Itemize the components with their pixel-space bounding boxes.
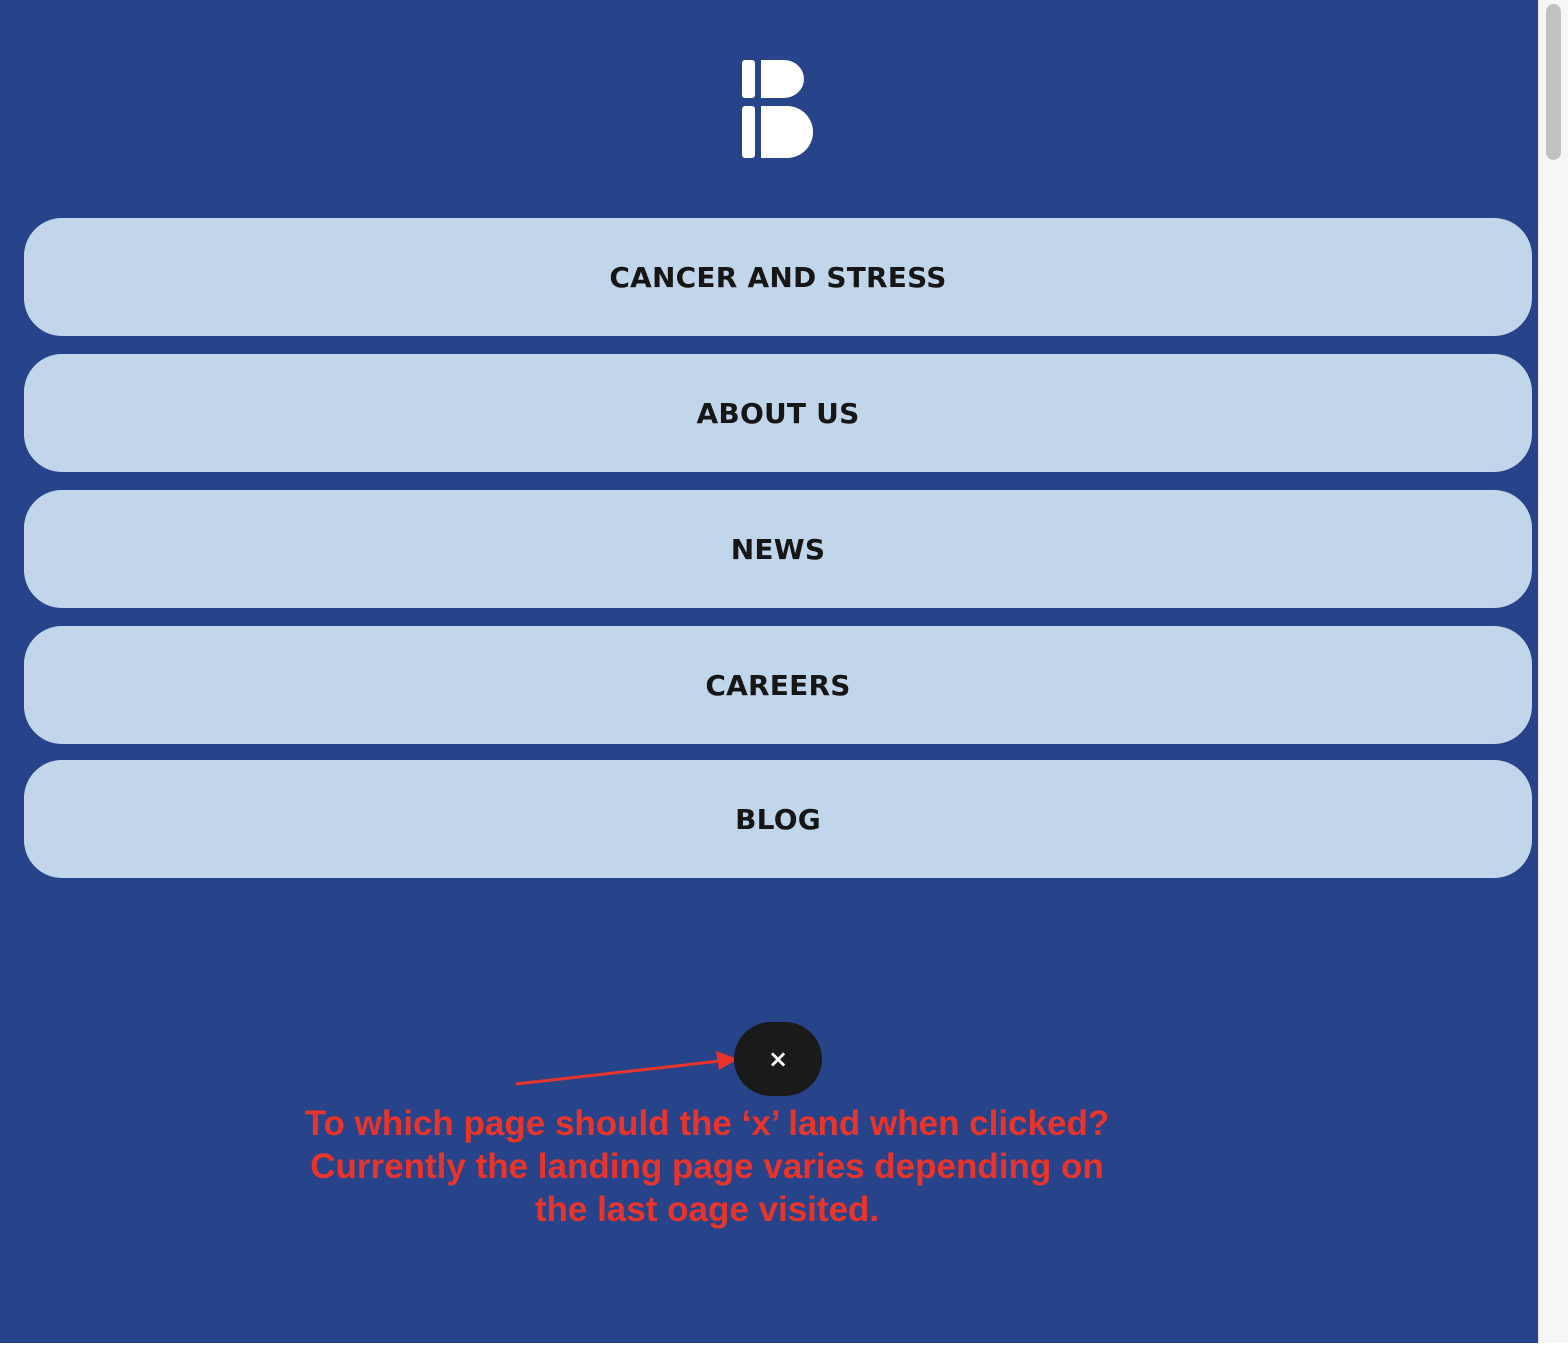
close-icon: × <box>767 1045 789 1073</box>
vertical-scrollbar[interactable] <box>1538 0 1568 1343</box>
review-annotation: To which page should the ‘x’ land when c… <box>270 1102 1144 1231</box>
annotation-line: To which page should the ‘x’ land when c… <box>304 1104 1110 1143</box>
menu-item-blog[interactable]: BLOG <box>24 760 1532 878</box>
menu-item-cancer-and-stress[interactable]: CANCER AND STRESS <box>24 218 1532 336</box>
menu-item-label: NEWS <box>730 532 826 566</box>
close-menu-button[interactable]: × <box>734 1022 822 1096</box>
scrollbar-thumb[interactable] <box>1546 4 1561 160</box>
menu-item-label: BLOG <box>735 802 821 836</box>
menu-item-label: CANCER AND STRESS <box>609 260 947 294</box>
annotation-line: the last oage visited. <box>534 1190 880 1229</box>
menu-item-careers[interactable]: CAREERS <box>24 626 1532 744</box>
menu-item-label: ABOUT US <box>696 396 860 430</box>
navigation-menu-overlay: CANCER AND STRESS ABOUT US NEWS CAREERS … <box>0 0 1538 1343</box>
browser-viewport: CANCER AND STRESS ABOUT US NEWS CAREERS … <box>0 0 1568 1346</box>
menu-item-about-us[interactable]: ABOUT US <box>24 354 1532 472</box>
menu-item-label: CAREERS <box>705 668 851 702</box>
menu-item-news[interactable]: NEWS <box>24 490 1532 608</box>
annotation-arrow-icon <box>515 1051 738 1086</box>
annotation-line: Currently the landing page varies depend… <box>310 1147 1104 1186</box>
brand-b-logo-icon[interactable] <box>740 58 816 160</box>
